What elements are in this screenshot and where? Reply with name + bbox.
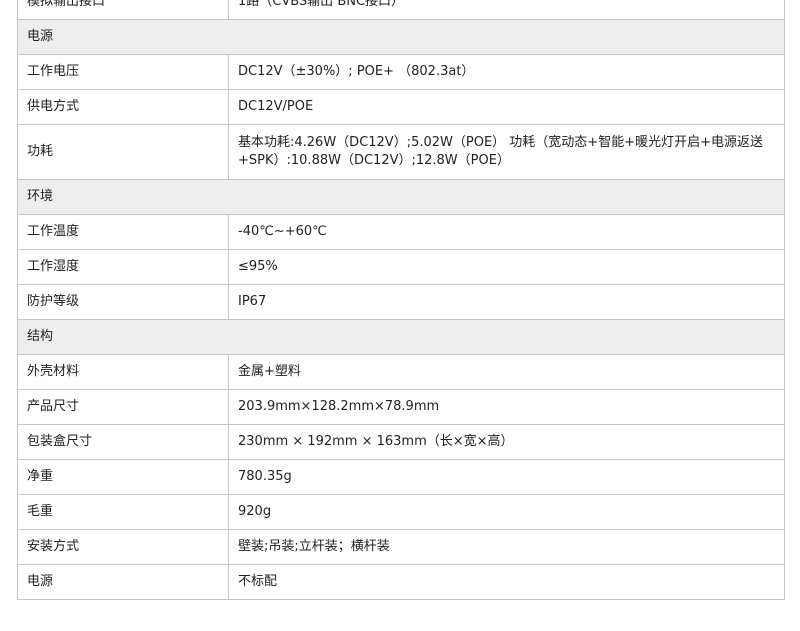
- spec-value: -40℃~+60℃: [228, 214, 785, 250]
- spec-row-operating-voltage: 工作电压 DC12V（±30%）; POE+ （802.3at）: [17, 54, 785, 90]
- spec-row-product-size: 产品尺寸 203.9mm×128.2mm×78.9mm: [17, 389, 785, 425]
- spec-label: 安装方式: [17, 529, 229, 565]
- section-title: 结构: [17, 319, 785, 355]
- spec-row-net-weight: 净重 780.35g: [17, 459, 785, 495]
- spec-row-power-adapter: 电源 不标配: [17, 564, 785, 600]
- spec-label: 毛重: [17, 494, 229, 530]
- spec-value: IP67: [228, 284, 785, 320]
- spec-value: 1路（CVBS输出 BNC接口）: [228, 0, 785, 20]
- spec-label: 电源: [17, 564, 229, 600]
- spec-table: 模拟输出接口 1路（CVBS输出 BNC接口） 电源 工作电压 DC12V（±3…: [17, 0, 785, 600]
- spec-value: ≤95%: [228, 249, 785, 285]
- section-title: 环境: [17, 179, 785, 215]
- spec-value: 壁装;吊装;立杆装；横杆装: [228, 529, 785, 565]
- spec-row-operating-temperature: 工作温度 -40℃~+60℃: [17, 214, 785, 250]
- spec-row-gross-weight: 毛重 920g: [17, 494, 785, 530]
- section-header-power: 电源: [17, 19, 785, 55]
- section-title: 电源: [17, 19, 785, 55]
- spec-row-housing-material: 外壳材料 金属+塑料: [17, 354, 785, 390]
- spec-label: 工作温度: [17, 214, 229, 250]
- spec-row-package-size: 包装盒尺寸 230mm × 192mm × 163mm（长×宽×高）: [17, 424, 785, 460]
- spec-label: 工作湿度: [17, 249, 229, 285]
- spec-label: 包装盒尺寸: [17, 424, 229, 460]
- spec-row-analog-output: 模拟输出接口 1路（CVBS输出 BNC接口）: [17, 0, 785, 20]
- spec-label: 工作电压: [17, 54, 229, 90]
- spec-value: 基本功耗:4.26W（DC12V）;5.02W（POE） 功耗（宽动态+智能+暖…: [228, 124, 785, 180]
- spec-label: 防护等级: [17, 284, 229, 320]
- spec-row-power-consumption: 功耗 基本功耗:4.26W（DC12V）;5.02W（POE） 功耗（宽动态+智…: [17, 124, 785, 180]
- spec-label: 产品尺寸: [17, 389, 229, 425]
- spec-label: 模拟输出接口: [17, 0, 229, 20]
- spec-row-operating-humidity: 工作湿度 ≤95%: [17, 249, 785, 285]
- spec-label: 供电方式: [17, 89, 229, 125]
- spec-label: 功耗: [17, 124, 229, 180]
- section-header-structure: 结构: [17, 319, 785, 355]
- spec-value: DC12V（±30%）; POE+ （802.3at）: [228, 54, 785, 90]
- spec-value: 203.9mm×128.2mm×78.9mm: [228, 389, 785, 425]
- spec-value: 金属+塑料: [228, 354, 785, 390]
- spec-value: 920g: [228, 494, 785, 530]
- spec-row-installation: 安装方式 壁装;吊装;立杆装；横杆装: [17, 529, 785, 565]
- spec-value: 230mm × 192mm × 163mm（长×宽×高）: [228, 424, 785, 460]
- spec-row-power-supply: 供电方式 DC12V/POE: [17, 89, 785, 125]
- spec-value: 780.35g: [228, 459, 785, 495]
- section-header-environment: 环境: [17, 179, 785, 215]
- spec-row-protection-level: 防护等级 IP67: [17, 284, 785, 320]
- spec-label: 外壳材料: [17, 354, 229, 390]
- spec-label: 净重: [17, 459, 229, 495]
- spec-value: DC12V/POE: [228, 89, 785, 125]
- spec-value: 不标配: [228, 564, 785, 600]
